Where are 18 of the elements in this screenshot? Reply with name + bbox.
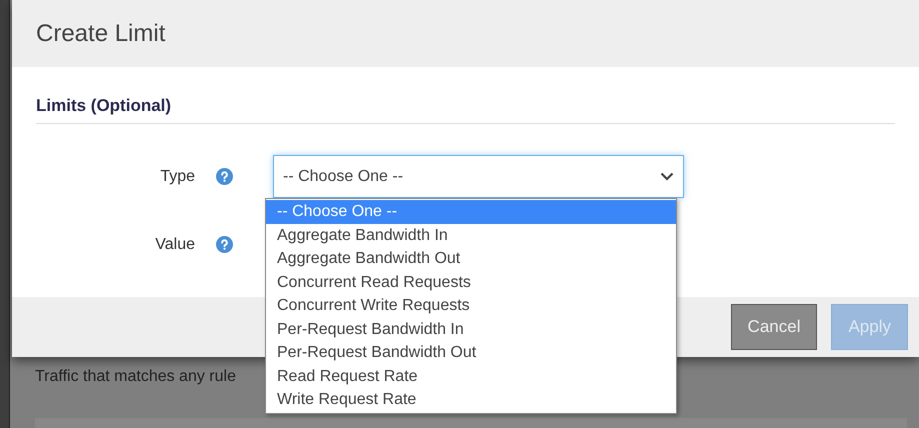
dropdown-option[interactable]: Per-Request Bandwidth Out	[266, 341, 676, 364]
field-label: Type	[160, 166, 195, 186]
dropdown-option[interactable]: Per-Request Bandwidth In	[266, 318, 676, 341]
dropdown-option[interactable]: -- Choose One --	[266, 200, 676, 224]
dropdown-option[interactable]: Concurrent Write Requests	[266, 294, 676, 318]
field-label: Value	[155, 234, 195, 254]
help-icon[interactable]	[216, 168, 233, 185]
chevron-down-icon	[660, 172, 674, 181]
dialog-title: Create Limit	[36, 18, 166, 48]
dropdown-option[interactable]: Write Request Rate	[266, 388, 676, 412]
background-text: Traffic that matches any rule	[35, 368, 236, 385]
dropdown-option[interactable]: Aggregate Bandwidth In	[266, 224, 676, 247]
section-title: Limits (Optional)	[36, 96, 172, 115]
type-select[interactable]: -- Choose One --	[273, 155, 684, 198]
dropdown-option[interactable]: Concurrent Read Requests	[266, 270, 676, 294]
dropdown-option[interactable]: Aggregate Bandwidth Out	[266, 247, 676, 270]
dropdown-option[interactable]: Read Request Rate	[266, 364, 676, 388]
help-icon[interactable]	[216, 236, 233, 253]
